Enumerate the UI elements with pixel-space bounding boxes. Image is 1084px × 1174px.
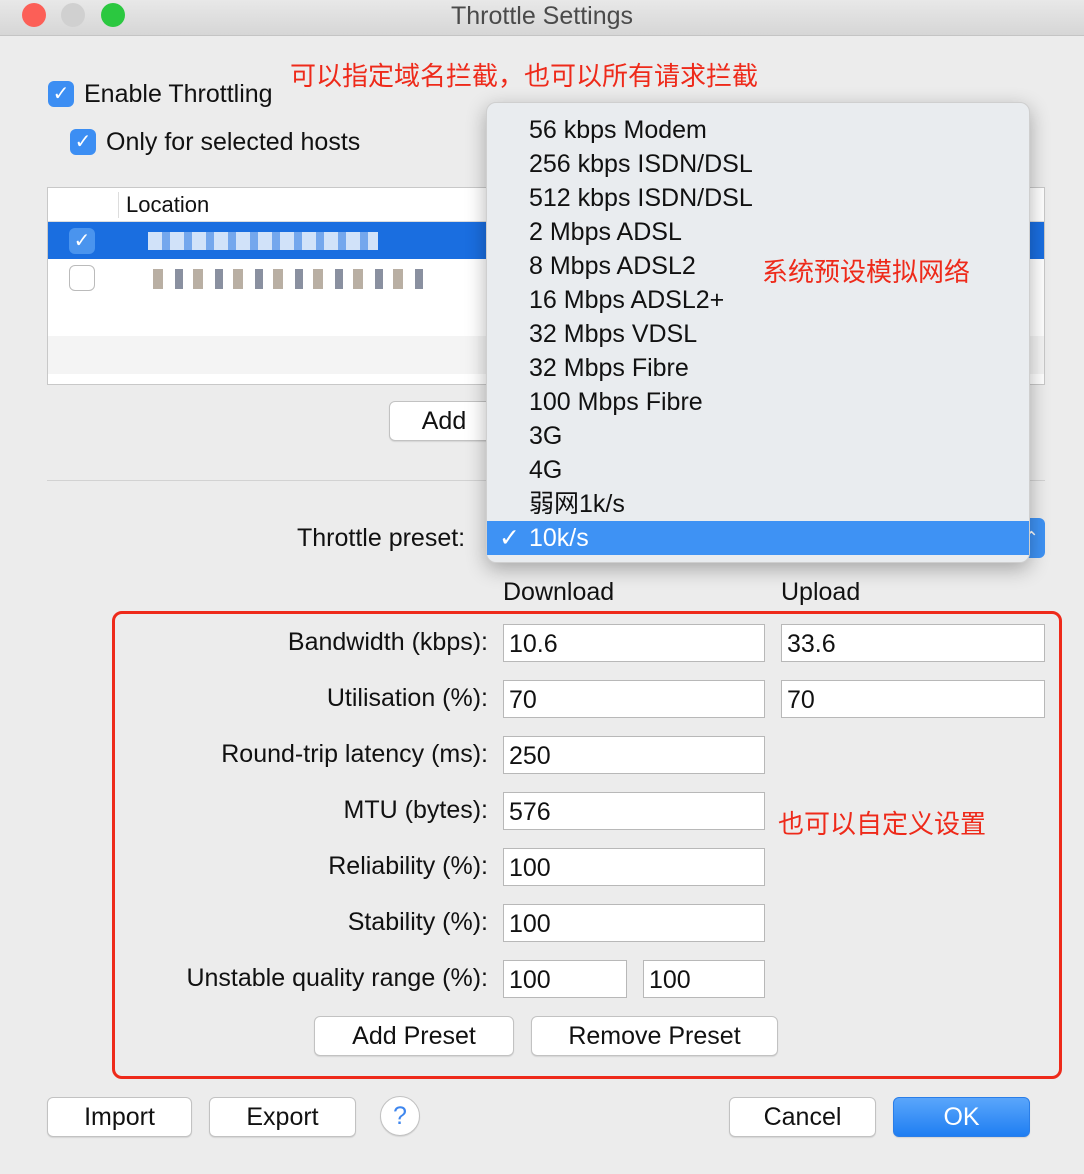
field-label: Reliability (%): xyxy=(328,852,488,880)
preset-option-label: 256 kbps ISDN/DSL xyxy=(529,150,753,178)
add-host-button[interactable]: Add xyxy=(389,401,499,441)
preset-dropdown-menu: 56 kbps Modem 256 kbps ISDN/DSL 512 kbps I… xyxy=(486,102,1030,563)
blurred-host xyxy=(148,232,378,250)
only-selected-hosts-checkbox[interactable]: ✓ xyxy=(70,129,96,155)
preset-option[interactable]: 56 kbps Modem xyxy=(487,113,1029,147)
preset-option[interactable]: 256 kbps ISDN/DSL xyxy=(487,147,1029,181)
preset-option-label: 10k/s xyxy=(529,524,589,552)
preset-option-label: 56 kbps Modem xyxy=(529,116,707,144)
enable-throttling-label: Enable Throttling xyxy=(84,80,273,108)
preset-option[interactable]: 32 Mbps Fibre xyxy=(487,351,1029,385)
preset-option[interactable]: ✓ 10k/s xyxy=(487,521,1029,555)
download-input[interactable]: 100 xyxy=(503,960,627,998)
preset-option-label: 100 Mbps Fibre xyxy=(529,388,703,416)
throttle-preset-label: Throttle preset: xyxy=(297,524,466,552)
enable-throttling-checkbox[interactable]: ✓ xyxy=(48,81,74,107)
preset-option[interactable]: 弱网1k/s xyxy=(487,487,1029,521)
preset-option-label: 4G xyxy=(529,456,563,484)
upload-input[interactable]: 70 xyxy=(781,680,1045,718)
preset-option[interactable]: 2 Mbps ADSL xyxy=(487,215,1029,249)
blurred-host xyxy=(153,269,433,289)
row-checkbox[interactable] xyxy=(69,265,95,291)
preset-option-label: 512 kbps ISDN/DSL xyxy=(529,184,753,212)
field-label: Stability (%): xyxy=(347,908,488,936)
field-label: Utilisation (%): xyxy=(326,684,488,712)
import-button[interactable]: Import xyxy=(47,1097,192,1137)
column-location[interactable]: Location xyxy=(126,192,209,218)
field-label: Bandwidth (kbps): xyxy=(287,628,488,656)
field-label: MTU (bytes): xyxy=(343,796,488,824)
preset-option[interactable]: 512 kbps ISDN/DSL xyxy=(487,181,1029,215)
download-input[interactable]: 100 xyxy=(503,904,765,942)
annotation-presets: 系统预设模拟网络 xyxy=(762,257,971,287)
preset-option[interactable]: 4G xyxy=(487,453,1029,487)
add-preset-button[interactable]: Add Preset xyxy=(314,1016,514,1056)
checkmark-icon: ✓ xyxy=(499,524,520,552)
upload-input[interactable]: 100 xyxy=(643,960,765,998)
field-label: Round-trip latency (ms): xyxy=(221,740,488,768)
upload-header: Upload xyxy=(781,578,861,606)
export-button[interactable]: Export xyxy=(209,1097,356,1137)
download-input[interactable]: 70 xyxy=(503,680,765,718)
window-title: Throttle Settings xyxy=(450,2,634,30)
ok-button[interactable]: OK xyxy=(893,1097,1030,1137)
preset-option-label: 8 Mbps ADSL2 xyxy=(529,252,696,280)
only-selected-hosts-label: Only for selected hosts xyxy=(106,128,361,156)
download-input[interactable]: 100 xyxy=(503,848,765,886)
preset-option[interactable]: 100 Mbps Fibre xyxy=(487,385,1029,419)
preset-option-label: 32 Mbps Fibre xyxy=(529,354,689,382)
download-header: Download xyxy=(503,578,615,606)
preset-option-label: 2 Mbps ADSL xyxy=(529,218,682,246)
cancel-button[interactable]: Cancel xyxy=(729,1097,876,1137)
preset-option-label: 弱网1k/s xyxy=(529,490,625,518)
download-input[interactable]: 576 xyxy=(503,792,765,830)
preset-option-label: 3G xyxy=(529,422,563,450)
preset-option[interactable]: 3G xyxy=(487,419,1029,453)
download-input[interactable]: 10.6 xyxy=(503,624,765,662)
remove-preset-button[interactable]: Remove Preset xyxy=(531,1016,778,1056)
row-checkbox[interactable]: ✓ xyxy=(69,228,95,254)
preset-option-label: 32 Mbps VDSL xyxy=(529,320,698,348)
field-label: Unstable quality range (%): xyxy=(186,964,488,992)
upload-input[interactable]: 33.6 xyxy=(781,624,1045,662)
preset-option-label: 16 Mbps ADSL2+ xyxy=(529,286,725,314)
annotation-custom: 也可以自定义设置 xyxy=(778,809,987,839)
download-input[interactable]: 250 xyxy=(503,736,765,774)
help-button[interactable]: ? xyxy=(380,1096,420,1136)
annotation-top: 可以指定域名拦截，也可以所有请求拦截 xyxy=(290,61,759,91)
preset-option[interactable]: 32 Mbps VDSL xyxy=(487,317,1029,351)
